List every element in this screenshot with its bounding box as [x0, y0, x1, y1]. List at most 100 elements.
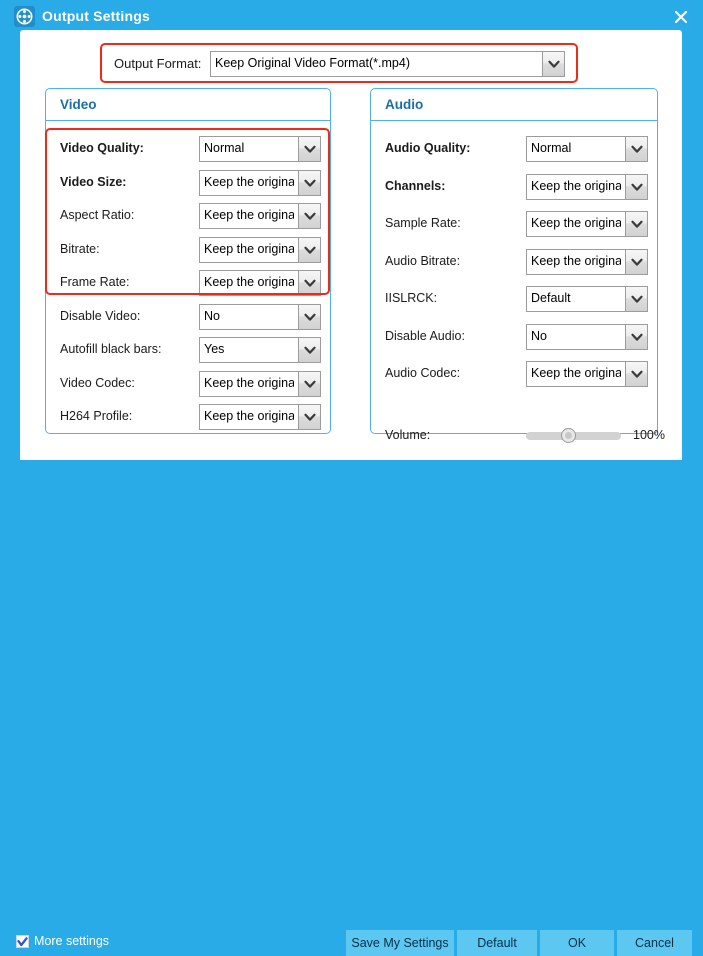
- select-h264-profile[interactable]: Keep the original: [199, 404, 321, 430]
- select-audio-codec[interactable]: Keep the original: [526, 361, 648, 387]
- value-video-size: Keep the original: [204, 174, 294, 189]
- chevron-down-icon[interactable]: [298, 237, 320, 262]
- setting-row-h264-profile: H264 Profile: Keep the original: [46, 404, 330, 430]
- audio-group-title: Audio: [385, 97, 424, 112]
- label-video-codec: Video Codec:: [60, 375, 135, 390]
- value-audio-quality: Normal: [531, 141, 572, 155]
- chevron-down-icon[interactable]: [298, 271, 320, 295]
- select-channels[interactable]: Keep the original: [526, 173, 648, 200]
- setting-row-autofill-black-bars: Autofill black bars: Yes: [46, 337, 330, 363]
- select-video-codec[interactable]: Keep the original: [199, 370, 321, 397]
- value-bitrate: Keep the original: [204, 241, 294, 256]
- audio-settings-group: Audio Audio Quality: Normal Channels: Keep …: [370, 88, 665, 443]
- label-audio-bitrate: Audio Bitrate:: [385, 253, 461, 268]
- chevron-down-icon[interactable]: [625, 324, 647, 349]
- value-disable-audio: No: [531, 328, 547, 343]
- select-frame-rate[interactable]: Keep the original: [199, 270, 321, 296]
- setting-row-audio-codec: Audio Codec: Keep the original: [371, 361, 657, 387]
- select-disable-video[interactable]: No: [199, 303, 321, 330]
- more-settings-label: More settings: [34, 934, 110, 948]
- output-format-highlight: Output Format: Keep Original Video Forma…: [100, 43, 578, 83]
- setting-row-sample-rate: Sample Rate: Keep the original: [371, 211, 657, 237]
- window-title: Output Settings: [42, 8, 150, 24]
- select-video-size[interactable]: Keep the original: [199, 169, 321, 196]
- label-frame-rate: Frame Rate:: [60, 275, 130, 289]
- chevron-down-icon[interactable]: [625, 212, 647, 236]
- select-bitrate[interactable]: Keep the original: [199, 236, 321, 263]
- video-group-divider: [46, 120, 330, 121]
- film-reel-icon: [14, 6, 35, 27]
- value-audio-bitrate: Keep the original: [531, 253, 621, 268]
- volume-slider-thumb[interactable]: [561, 428, 576, 443]
- save-my-settings-button[interactable]: Save My Settings: [345, 930, 455, 956]
- chevron-down-icon[interactable]: [298, 371, 320, 396]
- label-disable-audio: Disable Audio:: [385, 328, 465, 343]
- chevron-down-icon[interactable]: [625, 287, 647, 311]
- value-audio-codec: Keep the original: [531, 366, 621, 380]
- setting-row-disable-video: Disable Video: No: [46, 303, 330, 330]
- chevron-down-icon[interactable]: [298, 137, 320, 161]
- volume-slider[interactable]: [526, 428, 621, 443]
- select-aspect-ratio[interactable]: Keep the original: [199, 203, 321, 229]
- setting-row-aspect-ratio: Aspect Ratio: Keep the original: [46, 203, 330, 229]
- value-h264-profile: Keep the original: [204, 409, 294, 423]
- value-frame-rate: Keep the original: [204, 275, 294, 289]
- volume-label: Volume:: [385, 428, 431, 442]
- select-iislrck[interactable]: Default: [526, 286, 648, 312]
- video-settings-group: Video Video Quality: Normal Video Size: Kee…: [45, 88, 331, 434]
- video-group-title: Video: [60, 97, 97, 112]
- chevron-down-icon[interactable]: [298, 338, 320, 362]
- setting-row-video-size: Video Size: Keep the original: [46, 169, 330, 196]
- setting-row-frame-rate: Frame Rate: Keep the original: [46, 270, 330, 296]
- chevron-down-icon[interactable]: [542, 52, 564, 76]
- output-format-label: Output Format:: [114, 56, 202, 71]
- chevron-down-icon[interactable]: [298, 204, 320, 228]
- label-sample-rate: Sample Rate:: [385, 216, 461, 230]
- select-autofill-black-bars[interactable]: Yes: [199, 337, 321, 363]
- output-settings-dialog: Output Settings Output Format: Keep Orig…: [0, 0, 703, 956]
- value-aspect-ratio: Keep the original: [204, 208, 294, 222]
- chevron-down-icon[interactable]: [298, 405, 320, 429]
- label-h264-profile: H264 Profile:: [60, 409, 133, 423]
- close-icon[interactable]: [667, 4, 695, 30]
- output-format-select[interactable]: Keep Original Video Format(*.mp4): [210, 51, 565, 77]
- value-video-codec: Keep the original: [204, 375, 294, 390]
- chevron-down-icon[interactable]: [625, 137, 647, 161]
- default-button[interactable]: Default: [456, 930, 538, 956]
- value-sample-rate: Keep the original: [531, 216, 621, 230]
- setting-row-audio-bitrate: Audio Bitrate: Keep the original: [371, 248, 657, 275]
- setting-row-video-codec: Video Codec: Keep the original: [46, 370, 330, 397]
- label-channels: Channels:: [385, 178, 446, 193]
- label-disable-video: Disable Video:: [60, 308, 141, 323]
- label-bitrate: Bitrate:: [60, 241, 100, 256]
- value-video-quality: Normal: [204, 141, 245, 155]
- audio-group-divider: [371, 120, 657, 121]
- select-audio-quality[interactable]: Normal: [526, 136, 648, 162]
- label-autofill-black-bars: Autofill black bars:: [60, 342, 162, 356]
- ok-button[interactable]: OK: [539, 930, 615, 956]
- chevron-down-icon[interactable]: [625, 174, 647, 199]
- volume-value: 100%: [633, 428, 665, 442]
- title-bar: Output Settings: [0, 0, 703, 34]
- dialog-content: Output Format: Keep Original Video Forma…: [20, 30, 682, 460]
- setting-row-video-quality: Video Quality: Normal: [46, 136, 330, 162]
- select-sample-rate[interactable]: Keep the original: [526, 211, 648, 237]
- chevron-down-icon[interactable]: [625, 249, 647, 274]
- output-format-value: Keep Original Video Format(*.mp4): [215, 56, 410, 70]
- chevron-down-icon[interactable]: [298, 304, 320, 329]
- chevron-down-icon[interactable]: [625, 362, 647, 386]
- cancel-button[interactable]: Cancel: [616, 930, 693, 956]
- label-video-size: Video Size:: [60, 174, 127, 189]
- setting-row-iislrck: IISLRCK: Default: [371, 286, 657, 312]
- checkbox-box[interactable]: [16, 935, 29, 948]
- chevron-down-icon[interactable]: [298, 170, 320, 195]
- value-iislrck: Default: [531, 291, 571, 305]
- value-autofill-black-bars: Yes: [204, 342, 225, 356]
- select-audio-bitrate[interactable]: Keep the original: [526, 248, 648, 275]
- setting-row-channels: Channels: Keep the original: [371, 173, 657, 200]
- select-disable-audio[interactable]: No: [526, 323, 648, 350]
- label-audio-codec: Audio Codec:: [385, 366, 461, 380]
- label-iislrck: IISLRCK:: [385, 291, 438, 305]
- value-channels: Keep the original: [531, 178, 621, 193]
- select-video-quality[interactable]: Normal: [199, 136, 321, 162]
